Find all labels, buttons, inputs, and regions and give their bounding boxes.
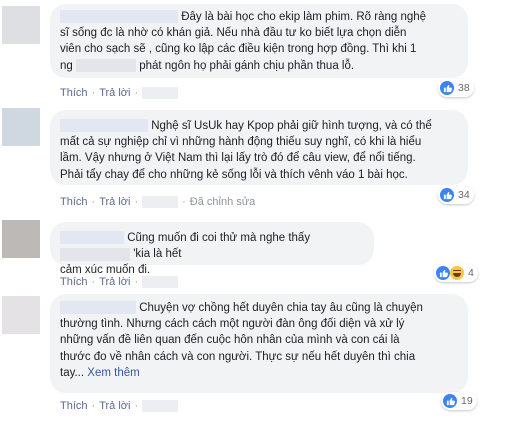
haha-reaction-icon: [450, 266, 464, 280]
separator-dot: ·: [91, 400, 96, 413]
comment-text-line: những vấn đề liên quan đến cuộc hôn nhân…: [60, 334, 400, 347]
comment-text-fragment: tay...: [60, 366, 85, 379]
comment-text-line: thường tình. Nhưng cách cách một người đ…: [60, 318, 405, 331]
comment-text-line: Phải tẩy chay để cho những kẻ sống lỗi v…: [60, 168, 408, 181]
separator-dot: ·: [134, 196, 139, 209]
comment-bubble: Đây là bài học cho ekip làm phim. Rõ ràn…: [50, 4, 468, 78]
reply-link[interactable]: Trả lời: [99, 196, 130, 208]
comment-actions: Thích · Trả lời ·: [60, 87, 179, 100]
comment-text-line: mất cả sự nghiệp chỉ vì những hành động …: [60, 136, 422, 149]
separator-dot: ·: [182, 196, 186, 209]
like-link[interactable]: Thích: [60, 196, 88, 208]
reaction-badge[interactable]: 19: [441, 392, 477, 410]
reply-link[interactable]: Trả lời: [99, 276, 130, 288]
comment-bubble: Chuyện vợ chồng hết duyên chia tay âu cũ…: [50, 294, 468, 393]
comment-text-fragment: 'kia là hết: [133, 248, 182, 261]
like-link[interactable]: Thích: [60, 276, 88, 288]
comment-text-line: viên cho sạch sẽ , cũng ko lập các điều …: [60, 43, 417, 56]
reaction-count: 38: [458, 82, 470, 94]
reaction-badge[interactable]: 38: [438, 79, 474, 97]
separator-dot: ·: [134, 276, 139, 289]
comment-actions: Thích · Trả lời ·: [60, 276, 179, 289]
comment-text-line: sĩ sống đc là nhờ có khán giả. Nếu nhà đ…: [60, 27, 407, 40]
comment-actions: Thích · Trả lời · · Đã chỉnh sửa: [60, 196, 255, 209]
avatar[interactable]: [2, 220, 40, 258]
timestamp-redacted[interactable]: [142, 276, 179, 289]
comment-bubble: Nghệ sĩ UsUk hay Kpop phải giữ hình tượn…: [50, 110, 468, 185]
comment-text-line: Nghệ sĩ UsUk hay Kpop phải giữ hình tượn…: [151, 120, 432, 132]
like-link[interactable]: Thích: [60, 87, 88, 99]
edited-label[interactable]: Đã chỉnh sửa: [190, 196, 255, 208]
author-name[interactable]: [60, 301, 136, 315]
reaction-badge[interactable]: 4: [434, 264, 478, 282]
comment-text-fragment: ng: [60, 59, 73, 72]
like-link[interactable]: Thích: [60, 400, 88, 412]
timestamp-redacted[interactable]: [142, 87, 179, 100]
separator-dot: ·: [134, 87, 139, 100]
comment-text-line: lầm. Vậy nhưng ở Việt Nam thì lại lấy tr…: [60, 152, 416, 165]
separator-dot: ·: [91, 87, 96, 100]
comment-text-fragment: Cũng muốn đi coi thử mà nghe thấy: [127, 232, 311, 244]
reaction-count: 34: [458, 189, 470, 201]
separator-dot: ·: [91, 276, 96, 289]
comment-bubble: Cũng muốn đi coi thử mà nghe thấy 'kia l…: [50, 222, 374, 276]
separator-dot: ·: [91, 196, 96, 209]
avatar[interactable]: [2, 296, 40, 334]
reaction-count: 4: [468, 267, 474, 279]
reaction-count: 19: [461, 395, 473, 407]
see-more-link[interactable]: Xem thêm: [87, 367, 139, 379]
timestamp-redacted[interactable]: [142, 196, 179, 209]
comment-actions: Thích · Trả lời ·: [60, 400, 179, 413]
like-reaction-icon: [440, 188, 454, 202]
reply-link[interactable]: Trả lời: [99, 400, 130, 412]
redacted-text: [76, 59, 136, 73]
separator-dot: ·: [134, 400, 139, 413]
comment-text-line: Đây là bài học cho ekip làm phim. Rõ ràn…: [181, 11, 427, 23]
timestamp-redacted[interactable]: [142, 400, 179, 413]
comment-text-line: Chuyện vợ chồng hết duyên chia tay âu cũ…: [139, 302, 423, 314]
reply-link[interactable]: Trả lời: [99, 87, 130, 99]
author-name[interactable]: [60, 231, 124, 245]
like-reaction-icon: [440, 81, 454, 95]
reaction-badge[interactable]: 34: [438, 186, 474, 204]
avatar[interactable]: [2, 108, 40, 146]
avatar[interactable]: [2, 6, 40, 44]
author-name[interactable]: [60, 119, 148, 133]
redacted-text: [60, 247, 130, 261]
like-reaction-icon: [436, 266, 450, 280]
comment-text-line: phát ngôn họ phải gánh chịu phần thua lỗ…: [139, 59, 355, 72]
comment-text-line: thước đo về nhân cách và con người. Thực…: [60, 350, 416, 363]
author-name[interactable]: [60, 10, 178, 24]
like-reaction-icon: [443, 394, 457, 408]
